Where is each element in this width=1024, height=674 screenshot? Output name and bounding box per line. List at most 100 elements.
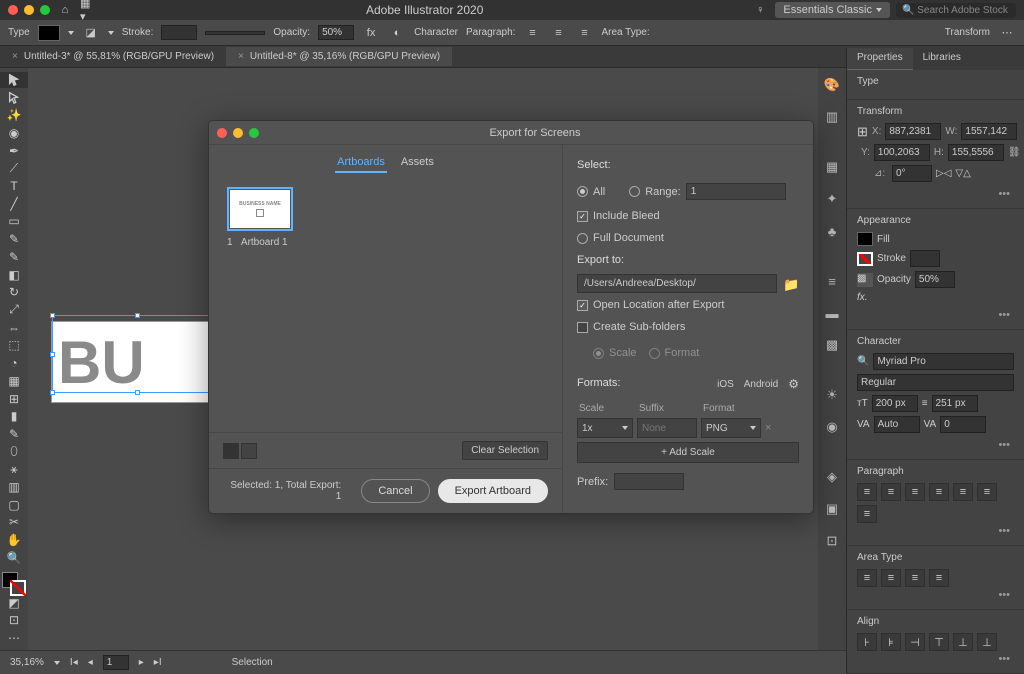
format-select[interactable]: PNG: [701, 418, 761, 438]
shape-builder-tool[interactable]: ◔: [0, 355, 28, 371]
asset-export-icon[interactable]: ▣: [818, 498, 846, 520]
magic-wand-tool[interactable]: ✨: [0, 107, 28, 123]
paintbrush-tool[interactable]: ✎: [0, 231, 28, 247]
flip-h-icon[interactable]: ▷◁: [936, 168, 951, 179]
more-options-icon[interactable]: •••: [857, 587, 1014, 603]
align-hcenter-icon[interactable]: ⊧: [881, 633, 901, 651]
area-type-icon[interactable]: ≡: [929, 569, 949, 587]
range-input[interactable]: [686, 183, 786, 200]
column-graph-tool[interactable]: ▥: [0, 479, 28, 495]
tracking-input[interactable]: [940, 416, 986, 433]
eyedropper-tool[interactable]: ✎: [0, 426, 28, 442]
tab-assets[interactable]: Assets: [399, 153, 436, 173]
font-size-input[interactable]: [872, 395, 918, 412]
type-tool[interactable]: T: [0, 178, 28, 194]
kerning-input[interactable]: [874, 416, 920, 433]
create-subfolders-checkbox[interactable]: [577, 322, 588, 333]
stroke-swatch-icon[interactable]: ◪: [82, 24, 100, 42]
justify-all-icon[interactable]: ≡: [857, 505, 877, 523]
selection-tool[interactable]: [0, 72, 28, 88]
radio-all[interactable]: [577, 186, 588, 197]
justify-right-icon[interactable]: ≡: [977, 483, 997, 501]
align-right-icon[interactable]: ⊣: [905, 633, 925, 651]
layers-panel-icon[interactable]: ◈: [818, 466, 846, 488]
hand-tool[interactable]: ✋: [0, 532, 28, 548]
align-bottom-icon[interactable]: ⊥: [977, 633, 997, 651]
area-type-icon[interactable]: ≡: [857, 569, 877, 587]
clear-selection-button[interactable]: Clear Selection: [462, 441, 548, 460]
opacity-input[interactable]: [915, 271, 955, 288]
h-input[interactable]: [948, 144, 1004, 161]
justify-left-icon[interactable]: ≡: [929, 483, 949, 501]
align-center-icon[interactable]: ≡: [881, 483, 901, 501]
free-transform-tool[interactable]: ⬚: [0, 338, 28, 354]
scale-select[interactable]: 1x: [577, 418, 633, 438]
color-panel-icon[interactable]: 🎨: [818, 74, 846, 96]
color-guide-icon[interactable]: ▥: [818, 106, 846, 128]
symbols-panel-icon[interactable]: ♣: [818, 220, 846, 242]
format-settings-icon[interactable]: ⚙: [788, 377, 799, 391]
tab-properties[interactable]: Properties: [847, 48, 913, 70]
justify-center-icon[interactable]: ≡: [953, 483, 973, 501]
area-type-icon[interactable]: ≡: [905, 569, 925, 587]
ios-preset[interactable]: iOS: [717, 379, 734, 390]
screen-mode-icon[interactable]: ⊡: [0, 613, 28, 629]
direct-selection-tool[interactable]: [0, 90, 28, 106]
graphic-styles-icon[interactable]: ◉: [818, 416, 846, 438]
prefix-input[interactable]: [614, 473, 684, 490]
search-icon[interactable]: 🔍: [857, 356, 869, 367]
shaper-tool[interactable]: ✎: [0, 249, 28, 265]
gradient-panel-icon[interactable]: ▬: [818, 302, 846, 324]
cancel-button[interactable]: Cancel: [361, 479, 429, 503]
eraser-tool[interactable]: ◧: [0, 267, 28, 283]
close-icon[interactable]: [8, 5, 18, 15]
symbol-sprayer-tool[interactable]: ⚹: [0, 461, 28, 477]
link-icon[interactable]: ⛓: [1008, 147, 1021, 158]
include-bleed-checkbox[interactable]: [577, 211, 588, 222]
workspace-selector[interactable]: Essentials Classic: [775, 2, 890, 18]
more-options-icon[interactable]: •••: [857, 186, 1014, 202]
appearance-panel-icon[interactable]: ☀: [818, 384, 846, 406]
stroke-color[interactable]: [857, 252, 873, 266]
fill-stroke-swatch[interactable]: [2, 572, 26, 589]
dialog-minimize-icon[interactable]: [233, 128, 243, 138]
browse-folder-icon[interactable]: 📁: [783, 277, 799, 291]
export-artboard-button[interactable]: Export Artboard: [438, 479, 548, 503]
curvature-tool[interactable]: ⟋: [0, 161, 28, 177]
swatches-panel-icon[interactable]: ▦: [818, 156, 846, 178]
dialog-maximize-icon[interactable]: [249, 128, 259, 138]
area-type-icon[interactable]: ≡: [881, 569, 901, 587]
close-tab-icon[interactable]: ×: [238, 51, 244, 62]
recolor-icon[interactable]: ◐: [388, 24, 406, 42]
scale-tool[interactable]: ⤢: [0, 302, 28, 318]
gradient-tool[interactable]: ▮: [0, 408, 28, 424]
artboard-nav-last-icon[interactable]: ▸I: [154, 657, 162, 668]
align-center-icon[interactable]: ≡: [549, 24, 567, 42]
line-tool[interactable]: ╱: [0, 196, 28, 212]
dialog-close-icon[interactable]: [217, 128, 227, 138]
character-label[interactable]: Character: [414, 27, 458, 38]
remove-scale-icon[interactable]: ×: [765, 418, 781, 438]
areatype-label[interactable]: Area Type:: [601, 27, 649, 38]
grid-icon[interactable]: ▦ ▾: [80, 1, 98, 19]
lasso-tool[interactable]: ◉: [0, 125, 28, 141]
zoom-level[interactable]: 35,16%: [10, 657, 44, 668]
pen-tool[interactable]: ✒: [0, 143, 28, 159]
edit-toolbar-icon[interactable]: ⋯: [0, 630, 28, 646]
close-tab-icon[interactable]: ×: [12, 51, 18, 62]
more-options-icon[interactable]: •••: [857, 307, 1014, 323]
transparency-panel-icon[interactable]: ▩: [818, 334, 846, 356]
panel-menu-icon[interactable]: ⋯: [998, 24, 1016, 42]
stroke-panel-icon[interactable]: ≡: [818, 270, 846, 292]
w-input[interactable]: [961, 123, 1017, 140]
paragraph-label[interactable]: Paragraph:: [466, 27, 515, 38]
artboard-tool[interactable]: ▢: [0, 497, 28, 513]
more-options-icon[interactable]: •••: [857, 437, 1014, 453]
align-left-icon[interactable]: ≡: [857, 483, 877, 501]
android-preset[interactable]: Android: [744, 379, 778, 390]
radio-range[interactable]: [629, 186, 640, 197]
list-view-icon[interactable]: [241, 443, 257, 459]
blend-tool[interactable]: ⬯: [0, 444, 28, 460]
open-location-checkbox[interactable]: [577, 300, 588, 311]
more-options-icon[interactable]: •••: [857, 523, 1014, 539]
